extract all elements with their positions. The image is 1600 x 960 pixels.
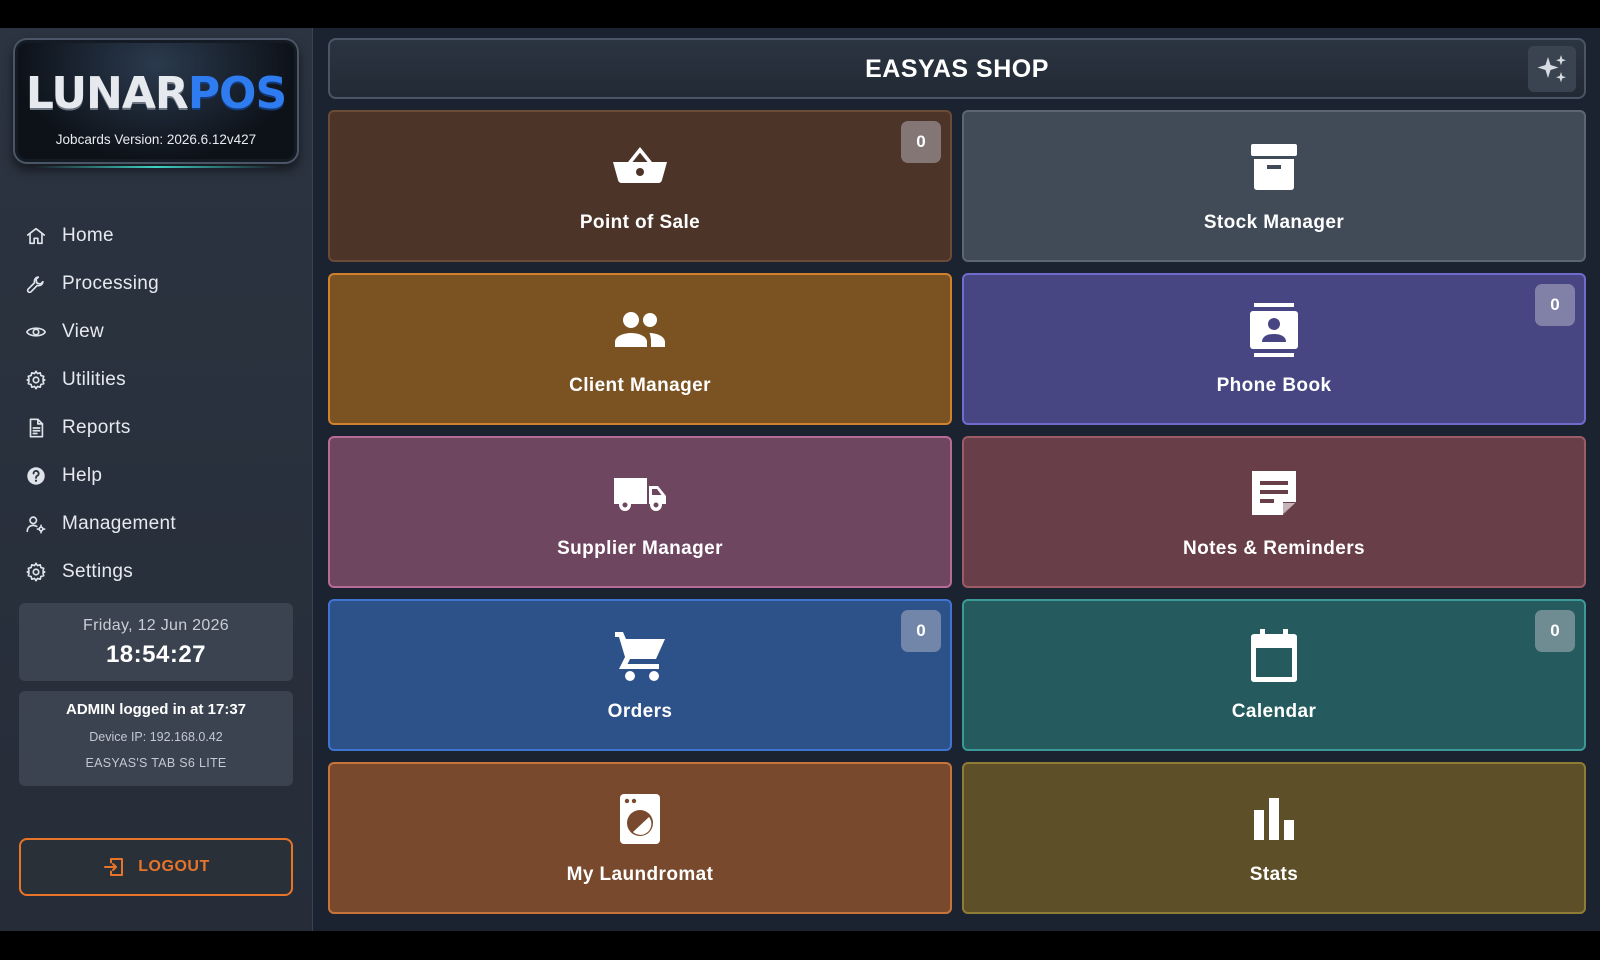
tile-client-manager[interactable]: Client Manager [328,273,952,425]
sidebar-item-management[interactable]: Management [0,500,313,548]
document-icon [24,416,48,440]
washing-machine-icon [620,794,660,844]
tile-point-of-sale[interactable]: Point of Sale 0 [328,110,952,262]
contact-book-icon [1250,303,1298,357]
count-badge: 0 [901,121,941,163]
session-user: ADMIN logged in at 17:37 [65,701,247,718]
note-icon [1252,471,1296,515]
people-icon [615,312,665,347]
calendar-icon [1251,629,1297,682]
wrench-icon [24,272,48,296]
session-device-ip: Device IP: 192.168.0.42 [89,730,223,744]
clock-time: 18:54:27 [105,641,207,668]
truck-icon [614,478,666,511]
sidebar-item-reports[interactable]: Reports [0,404,313,452]
logout-icon [104,858,124,876]
cart-icon [615,632,665,681]
tile-calendar[interactable]: 0 Calendar [962,599,1586,751]
session-panel: ADMIN logged in at 17:37 Device IP: 192.… [19,691,293,786]
clock-panel: Friday, 12 Jun 2026 18:54:27 [19,603,293,681]
sidebar-item-label: Home [62,225,114,246]
app-frame: LUNARPOS Jobcards Version: 2026.6.12v427… [0,28,1600,931]
archive-icon [1251,144,1297,190]
bar-chart-icon [1254,798,1294,840]
user-gear-icon [24,512,48,536]
tile-notes-reminders[interactable]: Notes & Reminders [962,436,1586,588]
tile-label: Phone Book [1216,375,1332,396]
tile-label: Stock Manager [1203,212,1345,233]
sidebar-item-utilities[interactable]: Utilities [0,356,313,404]
tile-supplier-manager[interactable]: Supplier Manager [328,436,952,588]
app-logo: LUNARPOS Jobcards Version: 2026.6.12v427 [13,38,299,168]
sparkle-button[interactable] [1528,46,1576,92]
tile-stats[interactable]: Stats [962,762,1586,914]
sidebar-item-help[interactable]: Help [0,452,313,500]
tile-label: Orders [607,701,673,722]
clock-date: Friday, 12 Jun 2026 [83,617,229,634]
help-icon [24,464,48,488]
tile-label: Supplier Manager [557,538,723,559]
tile-label: Client Manager [569,375,711,396]
tile-label: Calendar [1231,701,1317,722]
sidebar-item-label: Processing [62,273,159,294]
tile-label: Stats [1249,864,1299,885]
tile-label: Notes & Reminders [1182,538,1366,559]
version-label: Jobcards Version: 2026.6.12v427 [55,132,257,147]
tile-orders[interactable]: 0 Orders [328,599,952,751]
logout-button[interactable]: LOGOUT [19,838,293,896]
tile-label: My Laundromat [566,864,714,885]
basket-icon [613,147,667,183]
sidebar-item-label: Reports [62,417,131,438]
tile-stock-manager[interactable]: Stock Manager [962,110,1586,262]
sidebar-item-processing[interactable]: Processing [0,260,313,308]
logout-label: LOGOUT [138,858,210,875]
sparkle-icon [1537,55,1566,83]
sidebar-item-label: Management [62,513,176,534]
tile-my-laundromat[interactable]: My Laundromat [328,762,952,914]
sidebar-item-view[interactable]: View [0,308,313,356]
logo-lunar: LUNAR [25,68,189,119]
sidebar-item-home[interactable]: Home [0,212,313,260]
sidebar-nav: Home Processing View Utilities Reports H… [0,212,313,596]
session-device-name: EASYAS'S TAB S6 LITE [85,756,227,770]
home-icon [24,224,48,248]
page-title: EASYAS SHOP [865,55,1049,83]
sidebar-item-label: Utilities [62,369,126,390]
tile-label: Point of Sale [579,212,701,233]
sidebar-item-label: Help [62,465,103,486]
gear-icon [24,560,48,584]
sidebar: LUNARPOS Jobcards Version: 2026.6.12v427… [0,28,313,931]
sidebar-item-label: View [62,321,105,342]
gear-icon [24,368,48,392]
app-header: EASYAS SHOP [328,38,1586,99]
sidebar-item-label: Settings [62,561,134,582]
eye-icon [24,320,48,344]
sidebar-item-settings[interactable]: Settings [0,548,313,596]
tile-phone-book[interactable]: 0 Phone Book [962,273,1586,425]
logo-wordmark: LUNARPOS [15,68,297,119]
logo-pos: POS [187,68,287,119]
